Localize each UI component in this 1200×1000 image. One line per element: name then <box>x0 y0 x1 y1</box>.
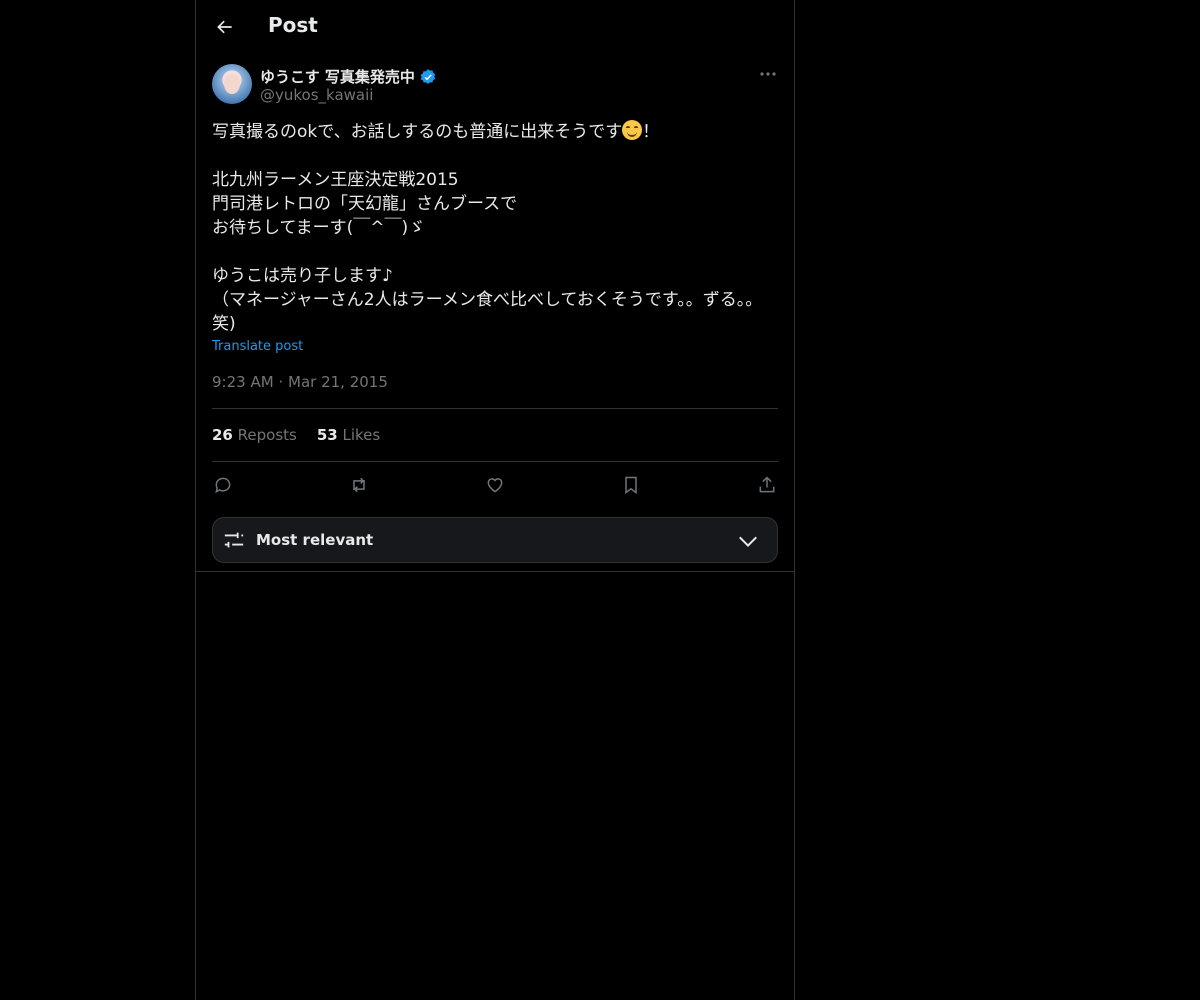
divider <box>212 408 778 409</box>
verified-badge-icon[interactable] <box>419 68 437 86</box>
sliders-icon <box>224 532 244 548</box>
avatar[interactable] <box>212 64 252 104</box>
heart-icon <box>487 478 503 493</box>
post-actions <box>212 474 778 496</box>
post-text-body: 北九州ラーメン王座決定戦2015 門司港レトロの「天幻龍」さんブースで お待ちし… <box>212 170 763 334</box>
author-handle[interactable]: @yukos_kawaii <box>260 86 373 104</box>
reply-icon <box>215 477 231 494</box>
post-date[interactable]: Mar 21, 2015 <box>288 373 388 391</box>
sort-label: Most relevant <box>256 531 374 549</box>
translate-post-link[interactable]: Translate post <box>212 339 303 354</box>
divider <box>212 461 778 462</box>
post-author: ゆうこす 写真集発売中 @yukos_kawaii <box>212 64 778 106</box>
likes-label: Likes <box>342 426 381 444</box>
post-stats: 26 Reposts 53 Likes <box>212 426 380 444</box>
reposts-count: 26 <box>212 426 233 444</box>
repost-icon <box>353 477 365 493</box>
post-time[interactable]: 9:23 AM <box>212 373 274 391</box>
divider <box>196 571 794 572</box>
repost-button[interactable] <box>348 474 370 496</box>
share-icon <box>759 476 775 493</box>
arrow-left-icon <box>217 20 232 34</box>
reposts-stat[interactable]: 26 Reposts <box>212 426 297 444</box>
post-column: Post ゆうこす 写真集発売中 @yukos_kawaii 写真撮るのokで、… <box>195 0 795 1000</box>
page-title: Post <box>268 13 318 37</box>
smiling-face-emoji-icon <box>622 120 643 140</box>
post-text-line1: 写真撮るのokで、お話しするのも普通に出来そうです <box>212 122 623 142</box>
share-button[interactable] <box>756 474 778 496</box>
bookmark-icon <box>625 476 637 494</box>
back-button[interactable] <box>212 14 238 40</box>
author-display-name[interactable]: ゆうこす 写真集発売中 <box>260 66 415 87</box>
post-text-line1-end: ！ <box>642 122 660 142</box>
post-header: Post <box>196 0 794 53</box>
likes-count: 53 <box>316 426 338 444</box>
post-timestamp: 9:23 AM · Mar 21, 2015 <box>212 373 388 391</box>
reply-button[interactable] <box>212 474 234 496</box>
likes-stat[interactable]: 53 Likes <box>317 426 380 444</box>
more-button[interactable] <box>758 64 778 84</box>
like-button[interactable] <box>484 474 506 496</box>
chevron-down-icon <box>739 536 757 548</box>
meta-separator: · <box>278 373 284 391</box>
bookmark-button[interactable] <box>620 474 642 496</box>
reposts-label: Reposts <box>237 426 297 444</box>
author-name-row: ゆうこす 写真集発売中 <box>260 66 437 87</box>
post-text: 写真撮るのokで、お話しするのも普通に出来そうです ！ 北九州ラーメン王座決定戦2… <box>212 120 778 336</box>
more-icon <box>760 72 776 76</box>
reply-sort-dropdown[interactable]: Most relevant <box>212 517 778 563</box>
